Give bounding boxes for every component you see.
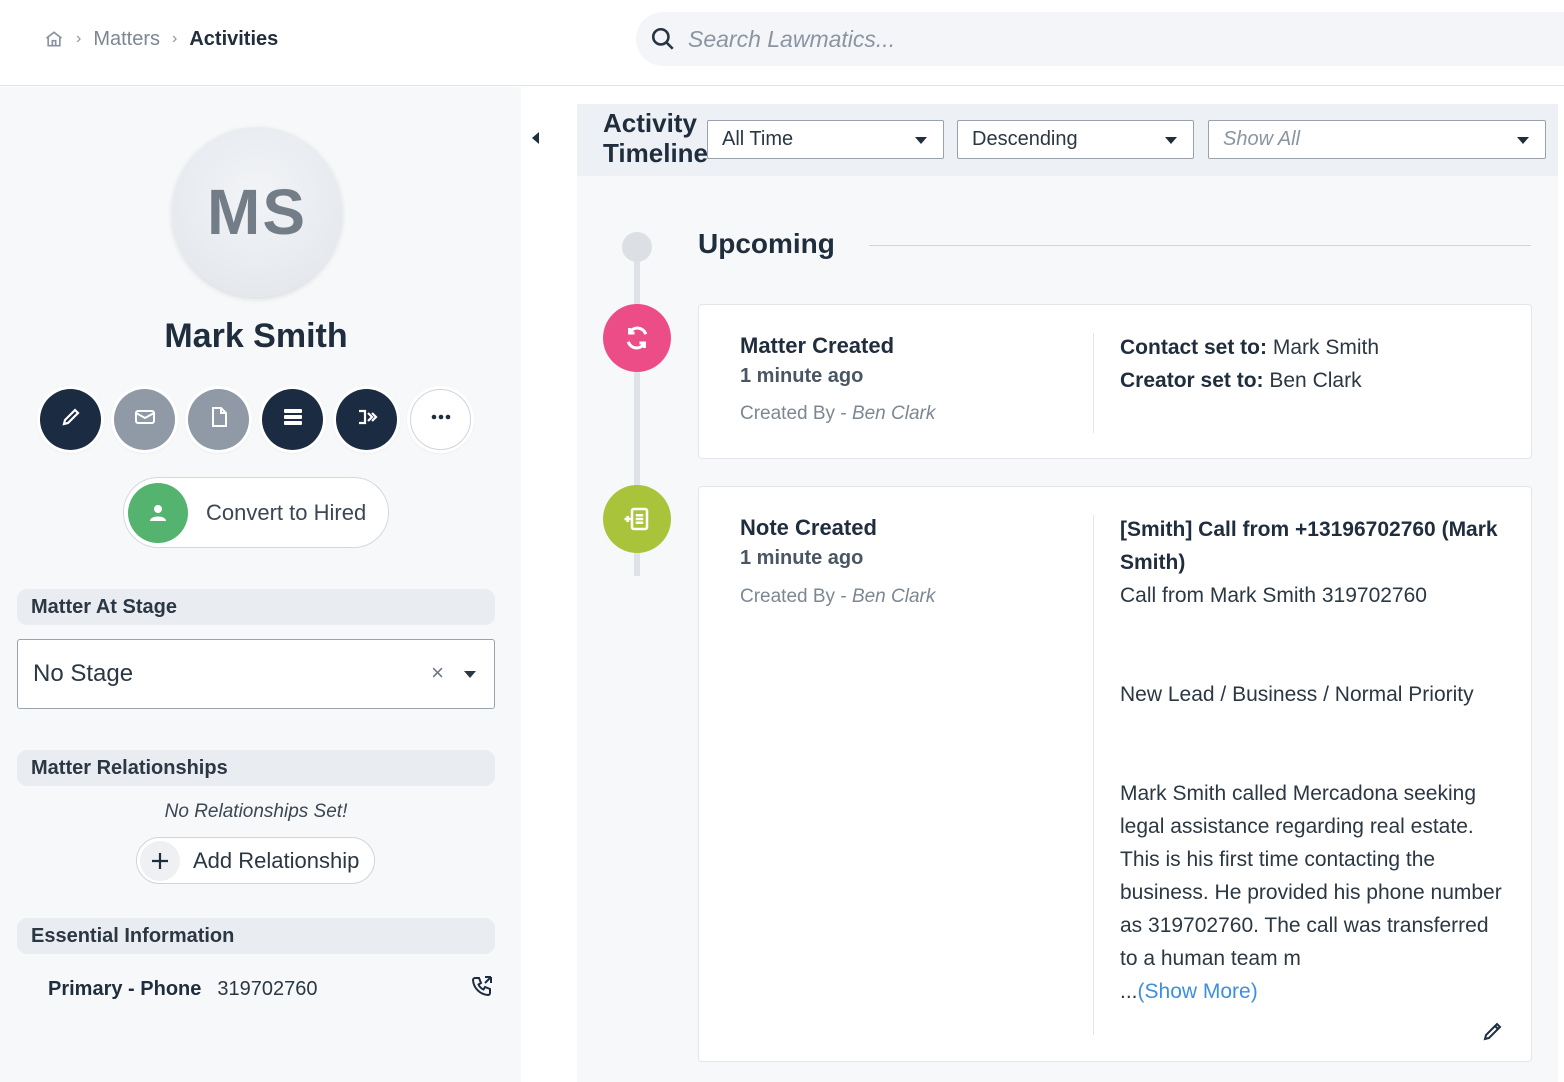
note-more: ...(Show More): [1120, 975, 1510, 1008]
collapse-sidebar-button[interactable]: [522, 113, 548, 163]
chevron-right-icon: ›: [76, 30, 82, 47]
note-subtitle: Call from Mark Smith 319702760: [1120, 584, 1427, 607]
event-time: 1 minute ago: [740, 547, 864, 569]
more-icon: [429, 405, 453, 434]
event-creator: Created By - Ben Clark: [740, 586, 935, 608]
divider: [1093, 515, 1094, 1035]
detail-value: Mark Smith: [1272, 336, 1380, 359]
add-relationship-button[interactable]: Add Relationship: [136, 837, 375, 884]
detail-label: Contact set to:: [1120, 336, 1267, 359]
stage-select[interactable]: No Stage ×: [17, 639, 495, 709]
edit-note-icon[interactable]: [1481, 1019, 1505, 1043]
timeline-toolbar: Activity Timeline All Time Descending Sh…: [577, 104, 1558, 176]
order-value: Descending: [972, 128, 1078, 150]
breadcrumb-activities: Activities: [189, 27, 279, 50]
top-bar: › Matters › Activities: [0, 0, 1564, 86]
detail-contact: Contact set to: Mark Smith: [1120, 331, 1510, 364]
sequence-icon: [355, 405, 379, 434]
event-time: 1 minute ago: [740, 365, 864, 387]
note-title: [Smith] Call from +13196702760 (Mark Smi…: [1120, 518, 1498, 574]
upcoming-heading: Upcoming: [698, 228, 835, 259]
event-details: Contact set to: Mark Smith Creator set t…: [1120, 331, 1510, 397]
clear-icon[interactable]: ×: [431, 660, 444, 686]
breadcrumb-matters[interactable]: Matters: [93, 28, 160, 51]
note-tags: New Lead / Business / Normal Priority: [1120, 683, 1474, 706]
email-button[interactable]: [114, 389, 175, 450]
person-icon: [128, 482, 188, 543]
search-icon[interactable]: [650, 26, 676, 52]
plus-icon: [140, 840, 180, 881]
divider: [869, 245, 1531, 246]
mail-icon: [133, 405, 157, 434]
breadcrumb: › Matters › Activities: [44, 24, 278, 54]
contact-sidebar: MS Mark Smith Convert to Hired Matter At…: [0, 87, 521, 1082]
note-content: [Smith] Call from +13196702760 (Mark Smi…: [1120, 513, 1510, 1008]
divider: [1093, 333, 1094, 433]
created-by-name: Ben Clark: [851, 586, 936, 607]
convert-label: Convert to Hired: [206, 499, 367, 525]
search-input[interactable]: [688, 25, 1288, 53]
document-button[interactable]: [188, 389, 249, 450]
stage-value: No Stage: [33, 660, 134, 687]
caret-down-icon: [1517, 137, 1529, 144]
timeline-title-line1: Activity: [603, 108, 697, 138]
refresh-icon: [603, 304, 671, 372]
show-more-link[interactable]: (Show More): [1138, 980, 1258, 1003]
section-header-stage: Matter At Stage: [17, 589, 495, 625]
timeline-title-line2: Timeline: [603, 138, 709, 168]
edit-icon: [59, 405, 83, 434]
created-by-label: Created By -: [740, 586, 852, 607]
no-relationships-text: No Relationships Set!: [164, 801, 348, 822]
detail-label: Creator set to:: [1120, 369, 1264, 392]
show-filter-placeholder: Show All: [1223, 128, 1301, 150]
caret-left-icon: [531, 132, 539, 144]
phone-label: Primary - Phone: [48, 977, 202, 1000]
note-add-icon: [603, 485, 671, 553]
note-body: Mark Smith called Mercadona seeking lega…: [1120, 782, 1502, 970]
order-dropdown[interactable]: Descending: [957, 120, 1194, 159]
timeline-title: Activity Timeline: [603, 108, 708, 168]
phone-row: Primary - Phone 319702760: [48, 974, 498, 1004]
search-bar: [636, 12, 1564, 66]
phone-value[interactable]: 319702760: [217, 978, 317, 1001]
convert-to-hired-button[interactable]: Convert to Hired: [123, 477, 389, 548]
detail-value: Ben Clark: [1269, 369, 1362, 392]
section-header-relationships: Matter Relationships: [17, 750, 495, 786]
timeline-dot: [622, 232, 652, 262]
detail-creator: Creator set to: Ben Clark: [1120, 364, 1510, 397]
list-button[interactable]: [262, 389, 323, 450]
event-creator: Created By - Ben Clark: [740, 403, 935, 425]
contact-name: Mark Smith: [164, 317, 348, 355]
more-button[interactable]: [410, 389, 471, 450]
show-filter-dropdown[interactable]: Show All: [1208, 120, 1546, 159]
home-icon[interactable]: [44, 29, 64, 49]
edit-button[interactable]: [40, 389, 101, 450]
list-icon: [281, 405, 305, 434]
caret-down-icon: [915, 137, 927, 144]
caret-down-icon: [1165, 137, 1177, 144]
ellipsis: ...: [1120, 980, 1138, 1003]
time-filter-value: All Time: [722, 128, 794, 150]
event-card-matter-created: Matter Created 1 minute ago Created By -…: [698, 304, 1532, 459]
phone-call-icon[interactable]: [470, 974, 494, 1000]
created-by-name: Ben Clark: [851, 403, 936, 424]
activity-timeline-panel: Activity Timeline All Time Descending Sh…: [577, 104, 1558, 1082]
sequence-button[interactable]: [336, 389, 397, 450]
caret-down-icon[interactable]: [464, 671, 476, 678]
time-filter-dropdown[interactable]: All Time: [707, 120, 944, 159]
event-card-note-created: Note Created 1 minute ago Created By - B…: [698, 486, 1532, 1062]
chevron-right-icon: ›: [172, 30, 178, 47]
event-title: Matter Created: [740, 333, 895, 358]
contact-actions: [40, 389, 471, 450]
section-header-essential: Essential Information: [17, 918, 495, 954]
event-title: Note Created: [740, 515, 877, 540]
avatar: MS: [172, 127, 342, 297]
add-relationship-label: Add Relationship: [193, 847, 360, 873]
created-by-label: Created By -: [740, 403, 852, 424]
document-icon: [207, 405, 231, 434]
